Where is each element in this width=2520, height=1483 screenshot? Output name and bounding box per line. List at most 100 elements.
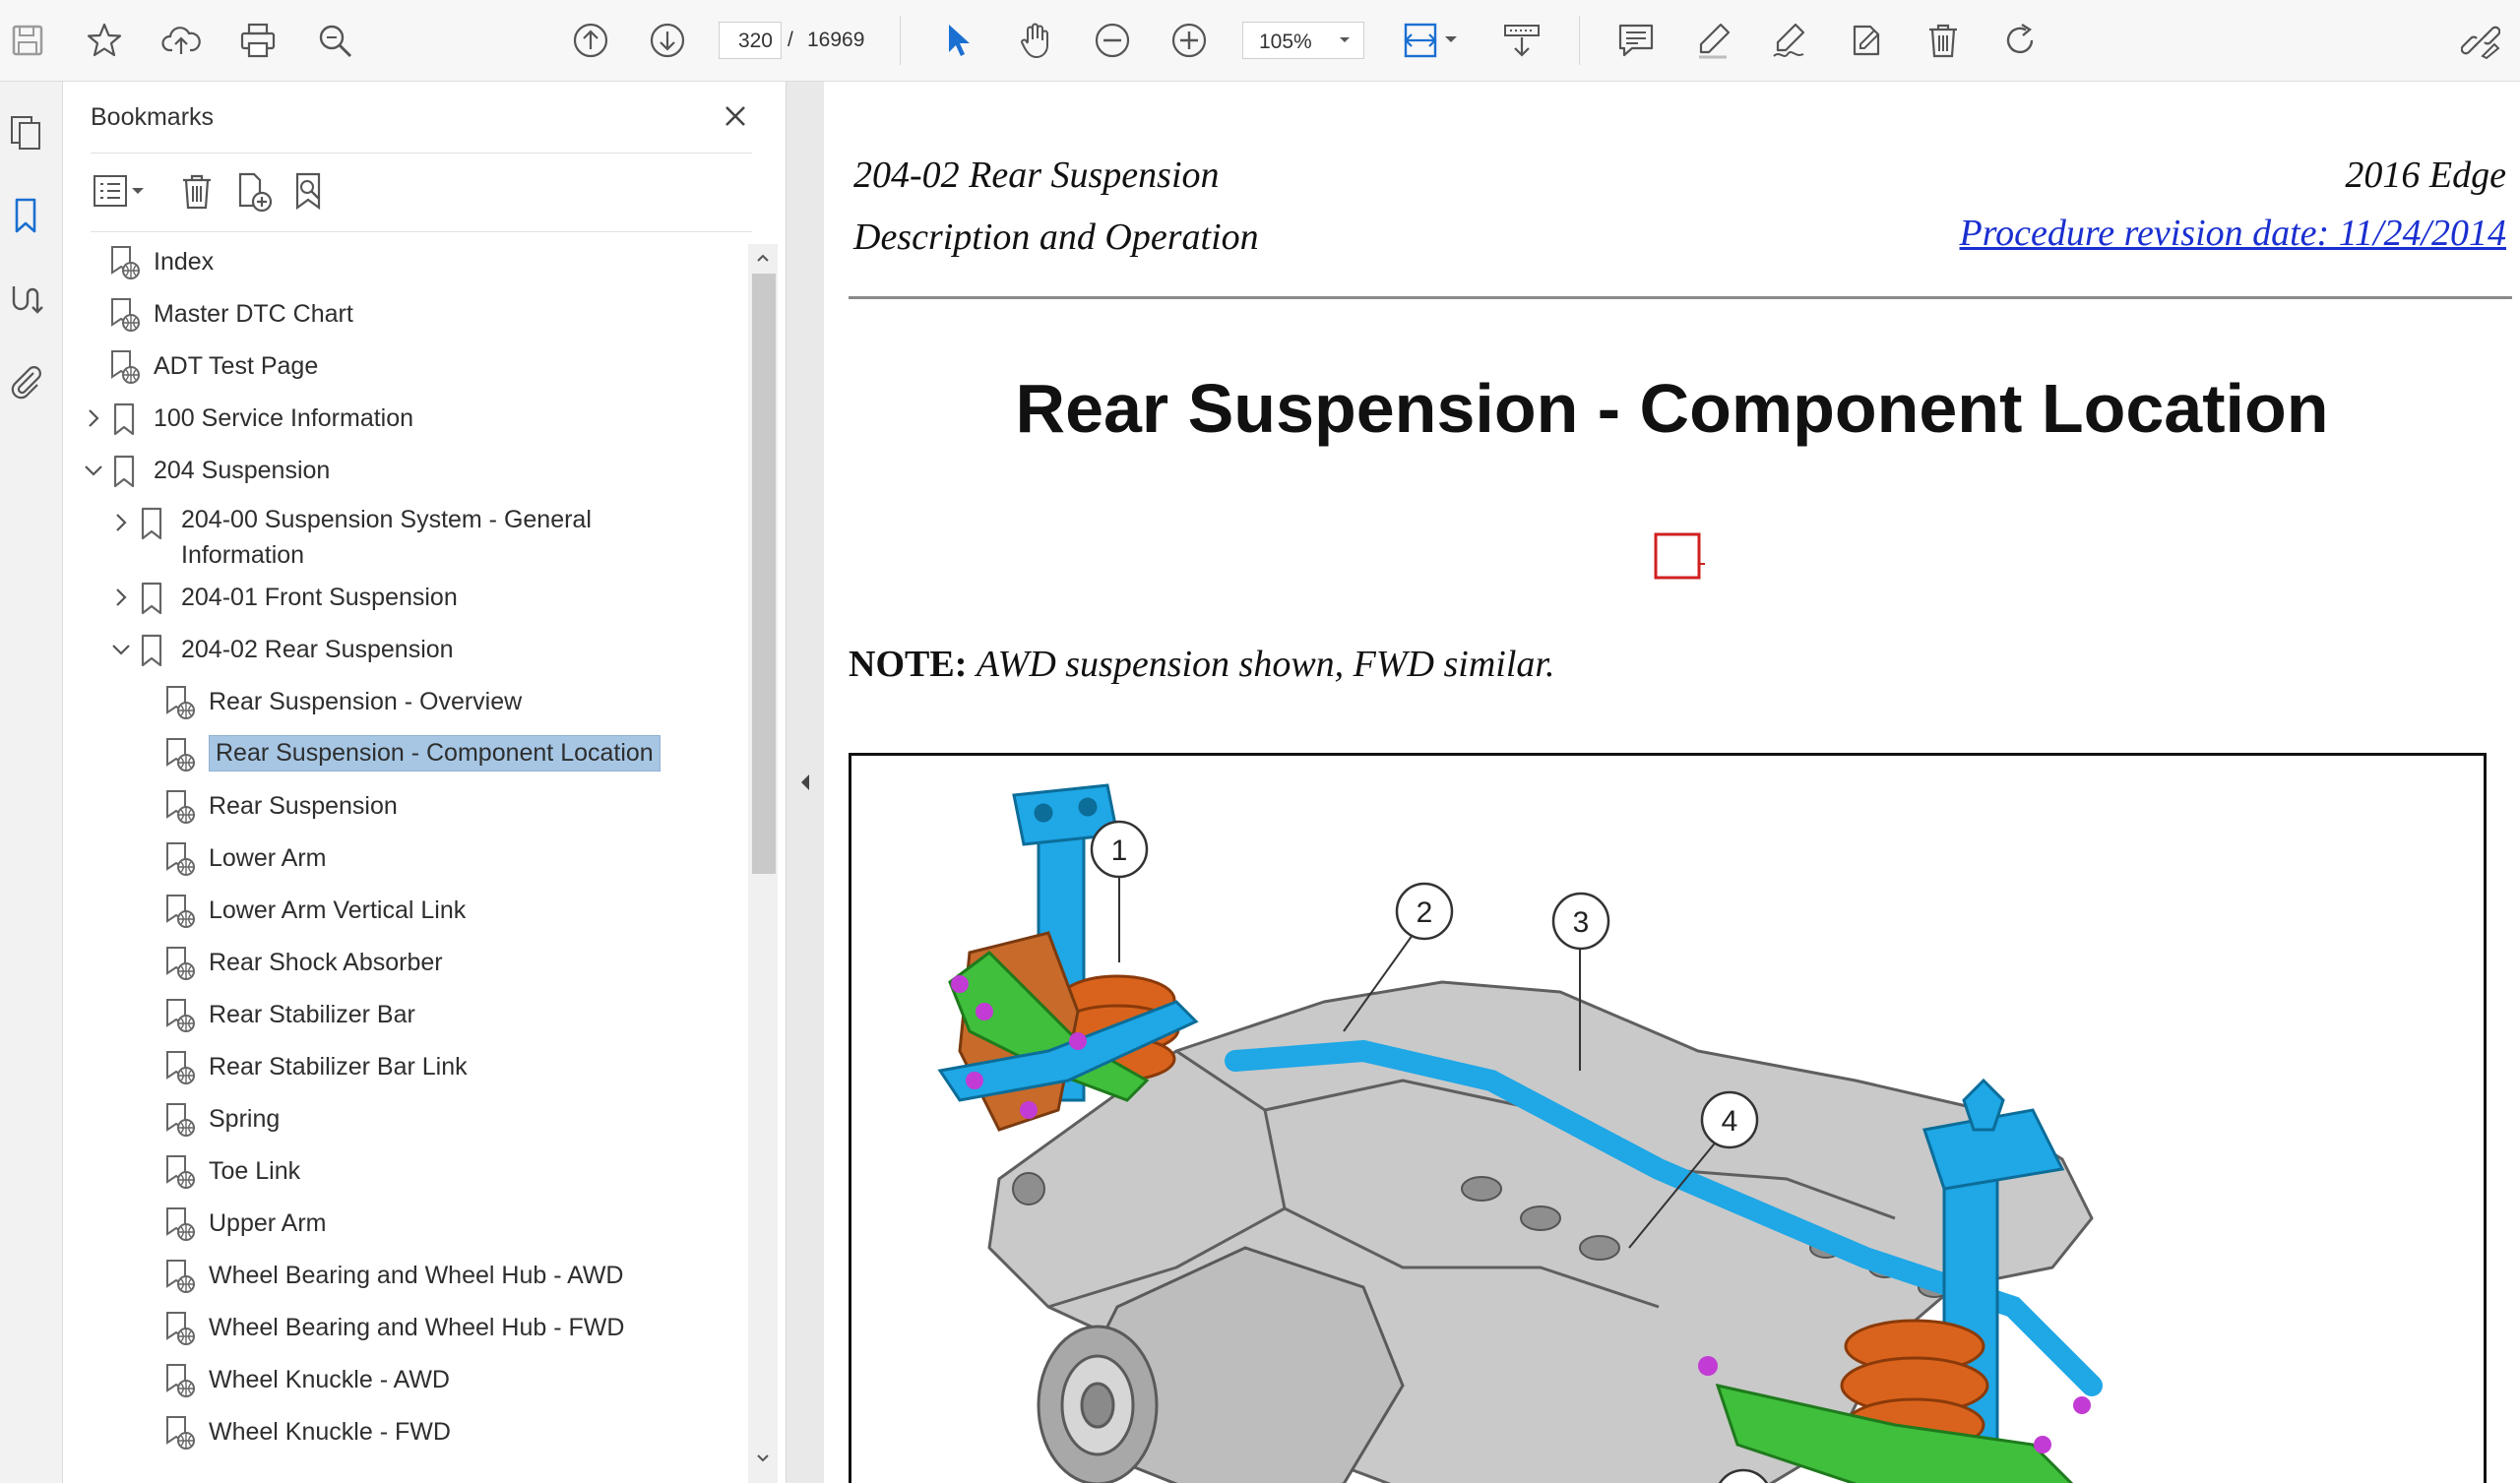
star-icon[interactable] [85,21,124,60]
bookmark-item-selected[interactable]: Rear Suspension - Component Location [63,729,742,780]
bookmark-item[interactable]: 204 Suspension [63,446,742,497]
close-icon[interactable] [719,99,752,133]
highlight-pen-icon[interactable] [1693,21,1732,60]
bookmark-item[interactable]: Rear Stabilizer Bar [63,990,742,1041]
bookmark-label: 204-00 Suspension System - General Infor… [181,506,592,569]
bookmark-item[interactable]: ADT Test Page [63,341,742,393]
note-body: AWD suspension shown, FWD similar. [976,644,1555,685]
bookmark-item[interactable]: Upper Arm [63,1199,742,1250]
bookmark-page-icon [163,737,197,772]
callout-4-label: 4 [1722,1105,1738,1138]
find-bookmark-icon[interactable] [289,170,333,214]
bookmark-page-icon [163,894,197,929]
callout-1-label: 1 [1111,834,1128,867]
signatures-icon[interactable] [6,278,45,318]
cloud-upload-icon[interactable] [161,21,201,60]
comment-icon[interactable] [1616,21,1656,60]
zoom-level-value: 105% [1259,31,1312,53]
bookmark-label: Wheel Knuckle - FWD [209,1418,451,1446]
bookmarks-scrollbar[interactable] [748,244,778,1483]
bookmark-page-icon [163,1102,197,1138]
bookmark-item[interactable]: Lower Arm Vertical Link [63,886,742,937]
subsection-header: Description and Operation [853,216,1259,258]
print-icon[interactable] [238,21,278,60]
new-bookmark-icon[interactable] [232,170,276,214]
note-label: NOTE: [849,644,968,685]
bookmark-label: Lower Arm [209,844,327,872]
attachments-icon[interactable] [6,361,45,401]
bookmark-item[interactable]: Rear Stabilizer Bar Link [63,1042,742,1093]
scrollbar-thumb[interactable] [752,274,776,874]
bookmark-item[interactable]: 204-00 Suspension System - General Infor… [63,498,742,569]
bookmark-item[interactable]: 204-02 Rear Suspension [63,625,742,676]
bookmark-item[interactable]: Index [63,237,742,288]
scroll-mode-icon[interactable] [1502,21,1542,60]
bookmark-item[interactable]: Wheel Bearing and Wheel Hub - FWD [63,1303,742,1354]
bookmark-item[interactable]: Rear Suspension [63,781,742,833]
bookmark-icon [136,633,169,668]
bookmark-icon [108,454,142,489]
main-toolbar: 320 / 16969 105% [0,0,2520,82]
zoom-in-icon[interactable] [1169,21,1209,60]
bookmark-item[interactable]: Wheel Knuckle - FWD [63,1407,742,1458]
sign-icon[interactable] [1770,21,1809,60]
suspension-diagram: 1 2 3 4 5 [849,753,2487,1483]
select-tool-icon[interactable] [939,21,978,60]
navigation-rail [0,82,63,1483]
bookmark-page-icon [163,998,197,1033]
bookmark-item[interactable]: Rear Shock Absorber [63,938,742,989]
chevron-down-icon[interactable] [81,458,106,483]
chevron-right-icon[interactable] [108,510,134,535]
bookmark-item[interactable]: 100 Service Information [63,394,742,445]
bookmark-item[interactable]: Lower Arm [63,834,742,885]
bookmark-label: ADT Test Page [154,352,319,380]
bookmark-item[interactable]: Spring [63,1094,742,1145]
bookmark-page-icon [163,1206,197,1242]
revision-date-link[interactable]: Procedure revision date: 11/24/2014 [1960,212,2506,255]
bookmark-label: Wheel Bearing and Wheel Hub - AWD [209,1262,624,1289]
toolbar-divider [900,16,901,65]
bookmark-item[interactable]: 204-01 Front Suspension [63,573,742,624]
panel-splitter[interactable] [787,82,824,1483]
delete-icon[interactable] [1923,21,1963,60]
share-link-icon[interactable] [2461,21,2500,60]
chevron-down-icon[interactable] [108,637,134,662]
hand-tool-icon[interactable] [1016,21,1055,60]
chevron-right-icon[interactable] [108,585,134,610]
bookmarks-panel: Bookmarks Index Master DTC Chart ADT Test … [63,82,787,1483]
previous-page-icon[interactable] [571,21,610,60]
page-thumbnails-icon[interactable] [6,113,45,153]
collapse-panel-icon[interactable] [796,771,814,794]
note-text: NOTE: AWD suspension shown, FWD similar. [849,643,1554,686]
scroll-up-icon[interactable] [753,248,773,268]
bookmark-page-icon [108,245,142,280]
zoom-out-icon[interactable] [1093,21,1132,60]
bookmark-label: Lower Arm Vertical Link [209,896,467,924]
bookmark-label: 204-01 Front Suspension [181,584,458,611]
suspension-illustration: 1 2 3 4 5 [937,783,2103,1483]
bookmark-item[interactable]: Rear Suspension - Overview [63,677,742,728]
zoom-level-select[interactable]: 105% [1242,22,1364,59]
page-total: 16969 [807,29,865,51]
bookmark-item[interactable]: Wheel Knuckle - AWD [63,1355,742,1406]
bookmark-label: Wheel Knuckle - AWD [209,1366,450,1393]
page-number-input[interactable]: 320 [719,22,782,59]
fit-page-icon[interactable] [1402,21,1463,60]
delete-bookmark-icon[interactable] [175,170,219,214]
bookmarks-panel-icon[interactable] [6,196,45,235]
next-page-icon[interactable] [648,21,687,60]
chevron-right-icon[interactable] [81,405,106,431]
bookmark-options-icon[interactable] [91,170,154,214]
save-icon[interactable] [8,21,47,60]
divider [91,153,752,154]
bookmark-item[interactable]: Toe Link [63,1146,742,1198]
bookmark-item[interactable]: Wheel Bearing and Wheel Hub - AWD [63,1251,742,1302]
scroll-down-icon[interactable] [753,1449,773,1468]
bookmark-item[interactable]: Master DTC Chart [63,289,742,340]
bookmark-page-icon [163,841,197,877]
search-icon[interactable] [315,21,354,60]
bookmark-label: Rear Shock Absorber [209,949,443,976]
header-rule [849,296,2512,299]
edit-pdf-icon[interactable] [1847,21,1886,60]
rotate-icon[interactable] [2000,21,2040,60]
